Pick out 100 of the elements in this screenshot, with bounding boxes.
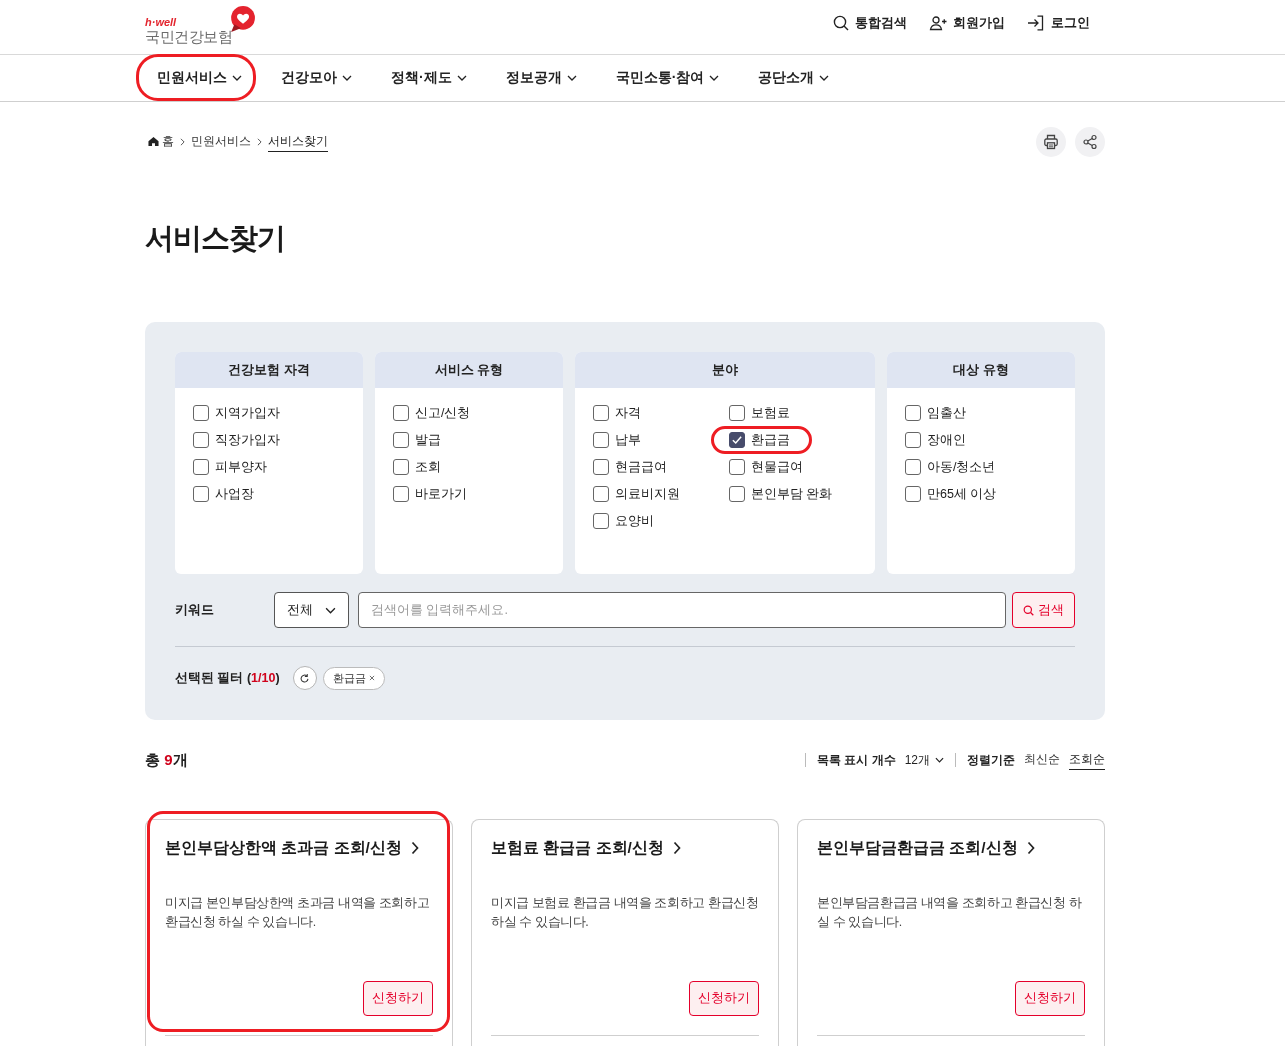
nav-menu-item[interactable]: 공단소개 [746, 55, 842, 101]
filter-option[interactable]: 현물급여 [729, 459, 803, 475]
filter-group-heading: 서비스 유형 [375, 352, 563, 388]
filter-option[interactable]: 직장가입자 [193, 432, 280, 448]
card-title-link[interactable]: 보험료 환급금 조회/신청 [491, 838, 681, 858]
nav-menu-item[interactable]: 정책·제도 [379, 55, 479, 101]
search-icon [1023, 604, 1034, 616]
filter-option[interactable]: 조회 [393, 459, 441, 475]
checkbox[interactable] [193, 486, 209, 502]
apply-button[interactable]: 신청하기 [363, 981, 433, 1016]
nav-menu-item[interactable]: 민원서비스 [145, 55, 254, 101]
filter-option[interactable]: 신고/신청 [393, 405, 471, 421]
checkbox[interactable] [729, 486, 745, 502]
keyword-label: 키워드 [175, 601, 215, 619]
checkmark-icon [731, 434, 743, 446]
nav-menu-item[interactable]: 건강모아 [269, 55, 364, 101]
checkbox[interactable] [729, 432, 745, 448]
signup-link[interactable]: 회원가입 [929, 14, 1005, 32]
filter-option[interactable]: 피부양자 [193, 459, 267, 475]
filter-option[interactable]: 현금급여 [593, 459, 667, 475]
filter-chip[interactable]: 환급금 [322, 666, 385, 690]
filter-option[interactable]: 임출산 [905, 405, 966, 421]
filter-option[interactable]: 사업장 [193, 486, 254, 502]
breadcrumb-link[interactable]: 서비스찾기 [268, 132, 328, 152]
filter-option[interactable]: 보험료 [729, 405, 790, 421]
filter-option[interactable]: 의료비지원 [593, 486, 680, 502]
page-size-label: 목록 표시 개수 [816, 751, 896, 769]
card-description: 미지급 본인부담상한액 초과금 내역을 조회하고 환급신청 하실 수 있습니다. [165, 895, 431, 931]
checkbox[interactable] [593, 405, 609, 421]
caret-icon [232, 75, 242, 81]
sort-option[interactable]: 최신순 [1024, 750, 1060, 770]
filter-option[interactable]: 자격 [593, 405, 641, 421]
checkbox[interactable] [393, 486, 409, 502]
heart-bubble-icon [230, 6, 255, 33]
caret-icon [819, 75, 830, 81]
card-description: 미지급 보험료 환급금 내역을 조회하고 환급신청 하실 수 있습니다. [491, 895, 759, 931]
checkbox[interactable] [905, 432, 921, 448]
checkbox[interactable] [593, 486, 609, 502]
checkbox[interactable] [193, 459, 209, 475]
checkbox[interactable] [393, 432, 409, 448]
nav-menu-item[interactable]: 정보공개 [493, 55, 589, 101]
logo-wordmark: 국민건강보험 [145, 28, 232, 46]
checkbox[interactable] [729, 405, 745, 421]
caret-icon [325, 606, 336, 614]
login-link[interactable]: 로그인 [1027, 14, 1090, 32]
page-size-select[interactable]: 12개 [904, 751, 944, 769]
checkbox[interactable] [905, 459, 921, 475]
filter-group-heading: 대상 유형 [887, 352, 1075, 388]
search-icon [833, 15, 849, 31]
filter-option[interactable]: 지역가입자 [193, 405, 280, 421]
card-title-link[interactable]: 본인부담상한액 초과금 조회/신청 [165, 838, 419, 858]
filter-option[interactable]: 장애인 [905, 432, 966, 448]
arrow-into-bracket-icon [1027, 15, 1045, 31]
filter-option[interactable]: 만65세 이상 [905, 486, 997, 502]
chevron-right-icon [1026, 841, 1035, 855]
card-description: 본인부담금환급금 내역을 조회하고 환급신청 하실 수 있습니다. [817, 895, 1083, 931]
page-title: 서비스찾기 [145, 221, 286, 256]
checkbox[interactable] [193, 432, 209, 448]
share-button[interactable] [1075, 127, 1105, 157]
checkbox[interactable] [393, 459, 409, 475]
filter-option[interactable]: 환급금 [729, 432, 790, 448]
sort-option[interactable]: 조회순 [1069, 750, 1105, 770]
search-input[interactable]: 검색어를 입력해주세요. [358, 592, 1006, 628]
print-button[interactable] [1036, 127, 1066, 157]
breadcrumb-link[interactable]: 민원서비스 [191, 132, 251, 152]
apply-button[interactable]: 신청하기 [689, 981, 759, 1016]
checkbox[interactable] [593, 513, 609, 529]
checkbox[interactable] [593, 432, 609, 448]
chevron-right-icon [410, 841, 419, 855]
search-button[interactable]: 검색 [1012, 592, 1075, 628]
sort-label: 정렬기준 [967, 751, 1015, 769]
nav-menu-item[interactable]: 국민소통·참여 [603, 55, 732, 101]
checkbox[interactable] [729, 459, 745, 475]
filter-option[interactable]: 본인부담 완화 [729, 486, 833, 502]
filter-option[interactable]: 납부 [593, 432, 641, 448]
apply-button[interactable]: 신청하기 [1015, 981, 1085, 1016]
checkbox[interactable] [393, 405, 409, 421]
result-count: 총 9개 [145, 750, 188, 770]
breadcrumb-link[interactable]: 홈 [148, 132, 174, 152]
caret-icon [935, 757, 944, 763]
close-icon [368, 675, 375, 681]
checkbox[interactable] [593, 459, 609, 475]
checkbox[interactable] [193, 405, 209, 421]
caret-icon [566, 75, 577, 81]
filter-option[interactable]: 요양비 [593, 513, 654, 529]
share-icon [1082, 134, 1098, 150]
person-plus-icon [929, 15, 947, 31]
caret-icon [342, 75, 352, 81]
card-title-link[interactable]: 본인부담금환급금 조회/신청 [817, 838, 1035, 858]
checkbox[interactable] [905, 405, 921, 421]
chevron-right-icon [180, 138, 185, 146]
filter-option[interactable]: 바로가기 [393, 486, 467, 502]
filter-option[interactable]: 발급 [393, 432, 441, 448]
checkbox[interactable] [905, 486, 921, 502]
chevron-right-icon [257, 138, 262, 146]
reset-button[interactable] [292, 666, 317, 690]
filter-option[interactable]: 아동/청소년 [905, 459, 996, 475]
search-link[interactable]: 통합검색 [833, 14, 907, 32]
scope-select[interactable]: 전체 [274, 592, 349, 628]
logo-tagline: h·well [145, 16, 178, 28]
